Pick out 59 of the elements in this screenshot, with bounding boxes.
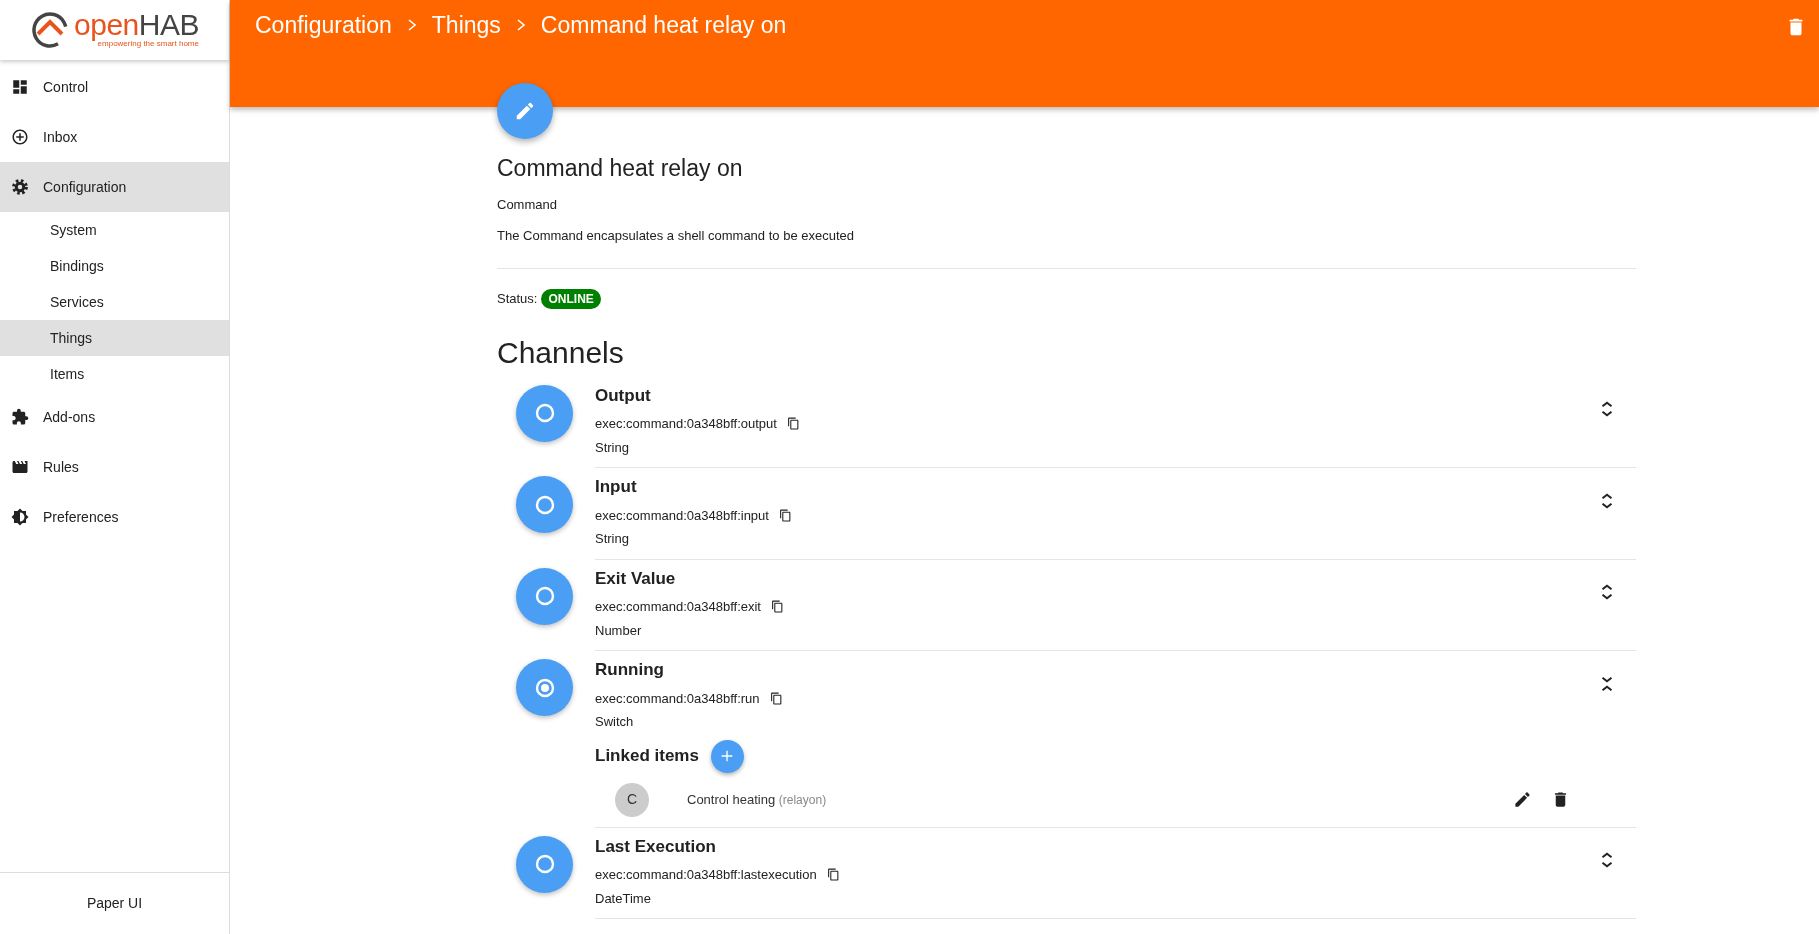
channel-uid: exec:command:0a348bff:run: [595, 689, 760, 708]
logo-tagline: empowering the smart home: [97, 39, 199, 50]
item-avatar: C: [615, 782, 649, 817]
pencil-icon: [1512, 790, 1532, 810]
section-heading: Channels: [497, 334, 625, 371]
channel-uid: exec:command:0a348bff:lastexecution: [595, 866, 817, 885]
copy-icon[interactable]: [769, 691, 783, 705]
sidebar-label: Inbox: [43, 127, 78, 147]
channel-type: DateTime: [595, 889, 652, 908]
channel-name: Input: [595, 476, 638, 499]
sidebar-label: Add-ons: [43, 407, 96, 427]
thing-type: Command: [497, 195, 558, 214]
channel-type: Switch: [595, 713, 635, 732]
add-button[interactable]: [710, 739, 744, 773]
puzzle-icon: [11, 408, 29, 426]
status-label: Status:: [497, 289, 538, 308]
channel-name: Exit Value: [595, 567, 677, 590]
linked-item-label: Control heating (relayon): [687, 790, 827, 809]
channel-name: Last Execution: [595, 835, 717, 858]
sidebar-label: Control: [43, 77, 89, 97]
thing-description: The Command encapsulates a shell command to be executed: [497, 227, 855, 246]
pencil-icon: [514, 100, 536, 122]
copy-icon[interactable]: [786, 417, 800, 431]
sidebar-subitem[interactable]: Items: [0, 356, 229, 392]
channel-uid: exec:command:0a348bff:output: [595, 415, 777, 434]
sidebar-item[interactable]: Configuration: [0, 162, 229, 212]
channel-uid: exec:command:0a348bff:input: [595, 506, 769, 525]
status-badge: ONLINE: [541, 288, 601, 309]
copy-icon[interactable]: [826, 868, 840, 882]
channel-type: Number: [595, 621, 643, 640]
sidebar-item[interactable]: Add-ons: [0, 392, 229, 442]
dashboard-icon: [11, 78, 29, 96]
copy-icon[interactable]: [778, 508, 792, 522]
sidebar-label: Configuration: [43, 177, 127, 197]
gear-icon: [11, 178, 29, 196]
brand-name: open: [74, 8, 139, 41]
channel-name: Output: [595, 384, 652, 407]
clapperboard-icon: [11, 458, 29, 476]
sidebar-item[interactable]: Preferences: [0, 492, 229, 542]
sidebar-item[interactable]: Control: [0, 62, 229, 112]
thing-title: Command heat relay on: [497, 155, 744, 183]
brightness-icon: [11, 508, 29, 526]
copy-icon[interactable]: [771, 600, 784, 614]
sidebar-label: Preferences: [43, 507, 119, 527]
breadcrumb-current: Command heat relay on: [540, 11, 787, 40]
brand-name: HAB: [138, 8, 199, 41]
sidebar-subitem[interactable]: Services: [0, 284, 229, 320]
sidebar-subitem[interactable]: Bindings: [0, 248, 229, 284]
sidebar-subitem[interactable]: Things: [0, 320, 229, 356]
sidebar-item[interactable]: Rules: [0, 442, 229, 492]
footer-label: Paper UI: [86, 894, 143, 913]
sidebar-label: Rules: [43, 457, 79, 477]
linked-items-heading: Linked items: [595, 745, 699, 768]
channel-uid: exec:command:0a348bff:exit: [595, 598, 761, 617]
channel-type: String: [595, 438, 630, 457]
channel-type: String: [595, 530, 630, 549]
channel-name: Running: [595, 659, 665, 682]
sidebar-item[interactable]: Inbox: [0, 112, 229, 162]
sidebar-subitem[interactable]: System: [0, 212, 229, 248]
